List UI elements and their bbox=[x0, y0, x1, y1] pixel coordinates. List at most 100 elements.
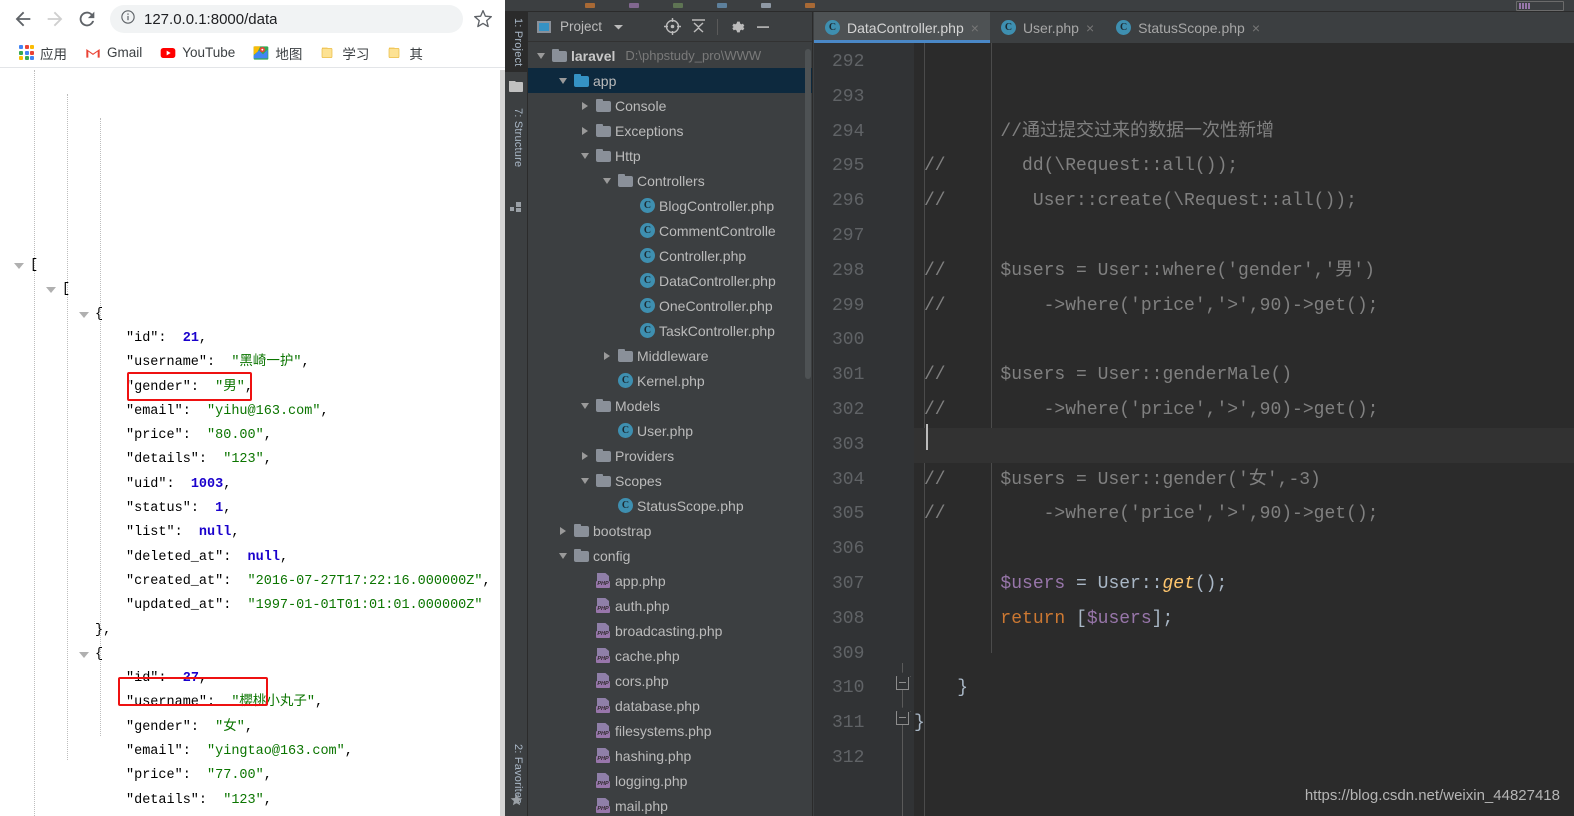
bookmark-folder-study[interactable]: 学习 bbox=[311, 41, 378, 65]
tree-node-controller-php[interactable]: C Controller.php bbox=[528, 243, 812, 268]
tree-node-http[interactable]: Http bbox=[528, 143, 812, 168]
line-number-gutter[interactable]: 292 293 294 295 296 297 298 299 300 301 302 303 304 3… bbox=[814, 43, 914, 816]
chevron-right-icon[interactable] bbox=[556, 524, 570, 538]
gear-icon[interactable] bbox=[727, 17, 747, 37]
code-line[interactable]: ->where('price','>',90)->get(); bbox=[914, 497, 1574, 532]
code-line[interactable] bbox=[914, 427, 1574, 463]
fold-marker[interactable] bbox=[896, 711, 909, 725]
project-tree[interactable]: laravel D:\phpstudy_pro\WWW app Console Exce… bbox=[528, 43, 812, 816]
code-line[interactable]: $users = User::get(); bbox=[914, 567, 1574, 602]
code-line[interactable] bbox=[914, 637, 1574, 672]
fold-marker[interactable] bbox=[896, 676, 909, 690]
tree-node-cors-php[interactable]: PHP cors.php bbox=[528, 668, 812, 693]
tree-node-datacontroller-php[interactable]: C DataController.php bbox=[528, 268, 812, 293]
tree-node-providers[interactable]: Providers bbox=[528, 443, 812, 468]
code-line[interactable]: ->where('price','>',90)->get(); bbox=[914, 289, 1574, 324]
chevron-down-icon[interactable] bbox=[600, 174, 614, 188]
tree-node-cache-php[interactable]: PHP cache.php bbox=[528, 643, 812, 668]
back-button[interactable] bbox=[8, 4, 38, 34]
chevron-down-icon[interactable] bbox=[556, 74, 570, 88]
tree-node-onecontroller-php[interactable]: C OneController.php bbox=[528, 293, 812, 318]
tree-node-taskcontroller-php[interactable]: C TaskController.php bbox=[528, 318, 812, 343]
editor-tab-datacontroller[interactable]: C DataController.php × bbox=[814, 12, 990, 43]
bookmark-star-icon[interactable] bbox=[469, 5, 497, 33]
tree-node-commentcontrolle[interactable]: C CommentControlle bbox=[528, 218, 812, 243]
bookmark-folder-other[interactable]: 其 bbox=[378, 41, 432, 65]
tree-node-auth-php[interactable]: PHP auth.php bbox=[528, 593, 812, 618]
collapse-triangle-icon[interactable] bbox=[79, 651, 89, 658]
tree-node-exceptions[interactable]: Exceptions bbox=[528, 118, 812, 143]
collapse-triangle-icon[interactable] bbox=[46, 287, 56, 294]
forward-button[interactable] bbox=[40, 4, 70, 34]
bookmark-youtube[interactable]: YouTube bbox=[151, 43, 244, 63]
code-line[interactable]: $users = User::where('gender','男') bbox=[914, 254, 1574, 289]
bookmark-apps[interactable]: 应用 bbox=[10, 41, 76, 65]
close-icon[interactable]: × bbox=[1252, 21, 1260, 35]
tree-node-app[interactable]: app bbox=[528, 68, 812, 93]
collapse-all-icon[interactable] bbox=[688, 17, 708, 37]
tree-node-broadcasting-php[interactable]: PHP broadcasting.php bbox=[528, 618, 812, 643]
tool-window-tab-structure[interactable]: 7: Structure bbox=[505, 102, 528, 173]
collapse-triangle-icon[interactable] bbox=[14, 263, 24, 270]
tree-node-kernel-php[interactable]: C Kernel.php bbox=[528, 368, 812, 393]
reload-button[interactable] bbox=[72, 4, 102, 34]
code-line[interactable]: dd(\Request::all()); bbox=[914, 149, 1574, 184]
code-body[interactable]: //// //// //// //// //通过提交过来的数据一次性新增 dd(… bbox=[914, 43, 1574, 816]
code-line[interactable]: $users = User::genderMale() bbox=[914, 358, 1574, 393]
tree-node-database-php[interactable]: PHP database.php bbox=[528, 693, 812, 718]
chevron-down-icon[interactable] bbox=[578, 149, 592, 163]
code-token: [ bbox=[1065, 608, 1087, 629]
code-line[interactable]: return [$users]; bbox=[914, 602, 1574, 637]
chevron-down-icon[interactable] bbox=[578, 399, 592, 413]
address-bar[interactable]: 127.0.0.1:8000/data bbox=[110, 5, 463, 33]
site-info-icon[interactable] bbox=[120, 9, 136, 30]
code-line[interactable]: } bbox=[914, 706, 1574, 741]
close-icon[interactable]: × bbox=[971, 21, 979, 35]
tree-node-console[interactable]: Console bbox=[528, 93, 812, 118]
chevron-down-icon[interactable] bbox=[608, 17, 628, 37]
tree-node-scopes[interactable]: Scopes bbox=[528, 468, 812, 493]
tree-node-laravel[interactable]: laravel D:\phpstudy_pro\WWW bbox=[528, 43, 812, 68]
bookmark-gmail[interactable]: Gmail bbox=[76, 43, 151, 63]
bookmark-maps[interactable]: 地图 bbox=[244, 41, 311, 65]
chevron-right-icon[interactable] bbox=[578, 449, 592, 463]
tree-node-config[interactable]: config bbox=[528, 543, 812, 568]
editor-tab-statusscope[interactable]: C StatusScope.php × bbox=[1105, 12, 1271, 43]
minimize-icon[interactable] bbox=[753, 17, 773, 37]
tree-node-mail-php[interactable]: PHP mail.php bbox=[528, 793, 812, 816]
code-line[interactable]: User::create(\Request::all()); bbox=[914, 184, 1574, 219]
chevron-down-icon[interactable] bbox=[534, 49, 548, 63]
code-line[interactable] bbox=[914, 219, 1574, 254]
code-line[interactable] bbox=[914, 323, 1574, 358]
locate-target-icon[interactable] bbox=[662, 17, 682, 37]
chevron-down-icon[interactable] bbox=[556, 549, 570, 563]
tree-scrollbar-thumb[interactable] bbox=[805, 49, 811, 379]
code-line[interactable]: ->where('price','>',90)->get(); bbox=[914, 393, 1574, 428]
tree-node-filesystems-php[interactable]: PHP filesystems.php bbox=[528, 718, 812, 743]
chevron-right-icon[interactable] bbox=[600, 349, 614, 363]
tree-node-app-php[interactable]: PHP app.php bbox=[528, 568, 812, 593]
editor-tab-user[interactable]: C User.php × bbox=[989, 12, 1106, 43]
tree-node-models[interactable]: Models bbox=[528, 393, 812, 418]
code-line[interactable]: //通过提交过来的数据一次性新增 bbox=[914, 115, 1574, 150]
code-line[interactable]: } bbox=[914, 671, 1574, 706]
tree-node-bootstrap[interactable]: bootstrap bbox=[528, 518, 812, 543]
chevron-right-icon[interactable] bbox=[578, 124, 592, 138]
code-line[interactable] bbox=[914, 532, 1574, 567]
tree-node-user-php[interactable]: C User.php bbox=[528, 418, 812, 443]
tree-node-statusscope-php[interactable]: C StatusScope.php bbox=[528, 493, 812, 518]
tool-window-tab-project[interactable]: 1: Project bbox=[505, 12, 528, 73]
close-icon[interactable]: × bbox=[1086, 21, 1094, 35]
tree-node-blogcontroller-php[interactable]: C BlogController.php bbox=[528, 193, 812, 218]
chevron-down-icon[interactable] bbox=[578, 474, 592, 488]
chevron-right-icon[interactable] bbox=[578, 99, 592, 113]
tree-node-hashing-php[interactable]: PHP hashing.php bbox=[528, 743, 812, 768]
code-line[interactable]: $users = User::gender('女',-3) bbox=[914, 463, 1574, 498]
code-line[interactable] bbox=[914, 45, 1574, 80]
code-line[interactable] bbox=[914, 80, 1574, 115]
tree-node-controllers[interactable]: Controllers bbox=[528, 168, 812, 193]
collapse-triangle-icon[interactable] bbox=[79, 311, 89, 318]
tree-node-logging-php[interactable]: PHP logging.php bbox=[528, 768, 812, 793]
tree-node-middleware[interactable]: Middleware bbox=[528, 343, 812, 368]
code-line[interactable] bbox=[914, 741, 1574, 776]
